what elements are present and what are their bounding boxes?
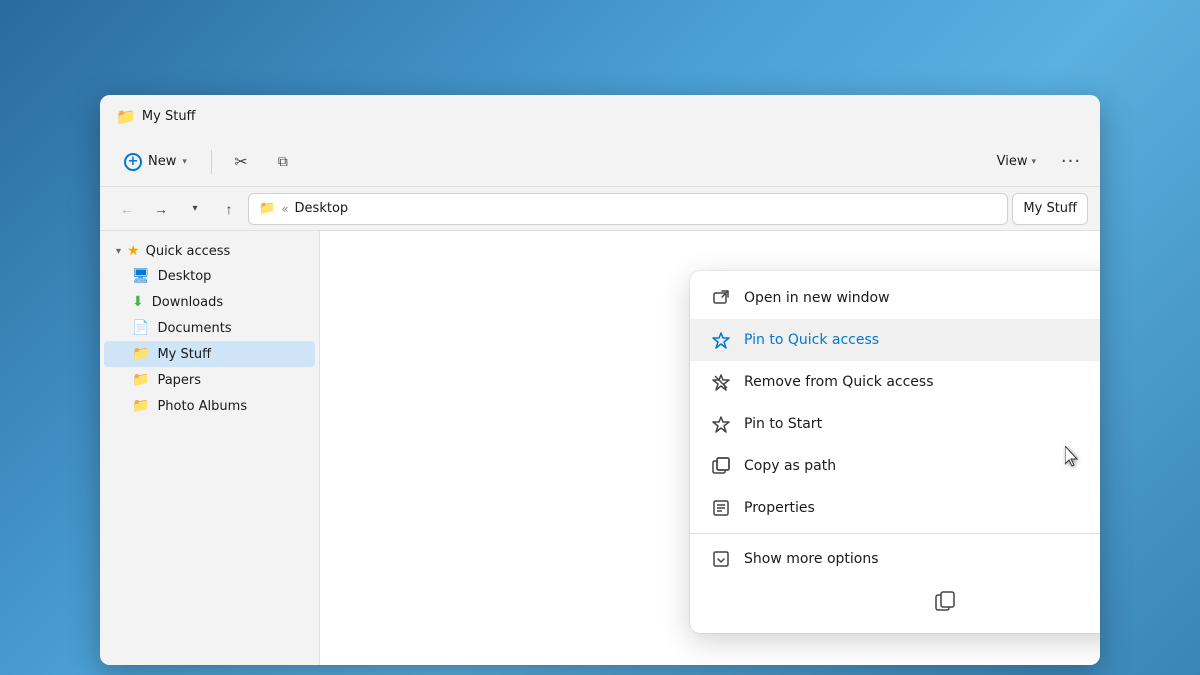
show-more-icon <box>710 548 732 570</box>
documents-icon: 📄 <box>132 320 149 336</box>
copy-path-label: Copy as path <box>744 458 1100 474</box>
quick-access-label: Quick access <box>146 244 231 259</box>
new-chevron: ▾ <box>182 157 187 167</box>
sidebar-item-desktop[interactable]: 🖥 Desktop <box>104 263 315 289</box>
sidebar-item-label-photoalbums: Photo Albums <box>157 399 247 414</box>
context-menu-item-show-more[interactable]: Show more options Shift+F10 <box>690 538 1100 580</box>
copy-path-icon <box>710 455 732 477</box>
address-folder-icon: 📁 <box>259 201 275 216</box>
cut-button[interactable]: ✂ <box>224 145 258 179</box>
sidebar-item-photoalbums[interactable]: 📁 Photo Albums <box>104 393 315 419</box>
more-options-button[interactable]: ··· <box>1054 145 1088 179</box>
address-path[interactable]: 📁 « Desktop <box>248 193 1008 225</box>
pin-start-label: Pin to Start <box>744 416 1100 432</box>
pin-start-icon <box>710 413 732 435</box>
open-new-window-icon <box>710 287 732 309</box>
title-bar: 📁 My Stuff <box>100 95 1100 137</box>
main-content: ▾ ★ Quick access 🖥 Desktop ⬇ Downloads 📄… <box>100 231 1100 665</box>
quick-access-chevron: ▾ <box>116 246 121 257</box>
mystuff-folder-icon: 📁 <box>132 346 149 362</box>
pin-quick-access-icon <box>710 329 732 351</box>
address-bar: ← → ▾ ↑ 📁 « Desktop My Stuff <box>100 187 1100 231</box>
photoalbums-folder-icon: 📁 <box>132 398 149 414</box>
dropdown-button[interactable]: ▾ <box>180 194 210 224</box>
copy-button[interactable]: ⧉ <box>266 145 300 179</box>
properties-icon <box>710 497 732 519</box>
up-button[interactable]: ↑ <box>214 194 244 224</box>
scissors-icon: ✂ <box>234 152 247 172</box>
copy-icon: ⧉ <box>278 153 288 170</box>
content-pane[interactable]: Open in new window Pin to Quick access <box>320 231 1100 665</box>
current-folder-label: My Stuff <box>1012 193 1088 225</box>
view-chevron: ▾ <box>1031 157 1036 167</box>
file-explorer: 📁 My Stuff + New ▾ ✂ ⧉ View ▾ ··· ← → <box>100 95 1100 665</box>
quick-access-header[interactable]: ▾ ★ Quick access <box>104 239 315 263</box>
sidebar-item-label-desktop: Desktop <box>158 269 212 284</box>
sidebar: ▾ ★ Quick access 🖥 Desktop ⬇ Downloads 📄… <box>100 231 320 665</box>
papers-folder-icon: 📁 <box>132 372 149 388</box>
forward-icon: → <box>154 201 168 217</box>
back-button[interactable]: ← <box>112 194 142 224</box>
context-menu-item-properties[interactable]: Properties Alt+Enter <box>690 487 1100 529</box>
more-dots-icon: ··· <box>1061 151 1081 172</box>
context-menu-item-copy-path[interactable]: Copy as path <box>690 445 1100 487</box>
remove-quick-access-label: Remove from Quick access <box>744 374 1100 390</box>
sidebar-item-mystuff[interactable]: 📁 My Stuff <box>104 341 315 367</box>
context-menu-item-pin-start[interactable]: Pin to Start <box>690 403 1100 445</box>
show-more-label: Show more options <box>744 551 1100 567</box>
sidebar-item-label-documents: Documents <box>157 321 231 336</box>
pin-quick-access-label: Pin to Quick access <box>744 332 1100 348</box>
context-menu-item-open-new-window[interactable]: Open in new window <box>690 277 1100 319</box>
context-menu-separator <box>690 533 1100 534</box>
bottom-copy-icon <box>934 590 956 617</box>
toolbar-separator-1 <box>211 150 212 174</box>
address-text: Desktop <box>295 201 349 216</box>
context-menu-bottom-copy[interactable] <box>690 580 1100 627</box>
open-new-window-label: Open in new window <box>744 290 1100 306</box>
view-button[interactable]: View ▾ <box>987 148 1046 175</box>
downloads-icon: ⬇ <box>132 294 144 310</box>
plus-icon: + <box>124 153 142 171</box>
context-menu: Open in new window Pin to Quick access <box>690 271 1100 633</box>
context-menu-item-remove-quick-access[interactable]: Remove from Quick access <box>690 361 1100 403</box>
sidebar-item-label-mystuff: My Stuff <box>157 347 211 362</box>
dropdown-icon: ▾ <box>192 203 197 214</box>
desktop-folder-icon: 🖥 <box>132 268 150 284</box>
address-separator: « <box>281 202 288 216</box>
toolbar: + New ▾ ✂ ⧉ View ▾ ··· <box>100 137 1100 187</box>
up-icon: ↑ <box>226 201 233 217</box>
new-button[interactable]: + New ▾ <box>112 147 199 177</box>
sidebar-item-papers[interactable]: 📁 Papers <box>104 367 315 393</box>
sidebar-item-downloads[interactable]: ⬇ Downloads <box>104 289 315 315</box>
back-icon: ← <box>120 201 134 217</box>
context-menu-item-pin-quick-access[interactable]: Pin to Quick access <box>690 319 1100 361</box>
remove-quick-access-icon <box>710 371 732 393</box>
title-bar-title: My Stuff <box>142 109 196 124</box>
view-label: View <box>997 154 1028 169</box>
title-bar-icon: 📁 <box>116 107 136 126</box>
sidebar-item-label-downloads: Downloads <box>152 295 223 310</box>
properties-label: Properties <box>744 500 1100 516</box>
forward-button[interactable]: → <box>146 194 176 224</box>
sidebar-item-documents[interactable]: 📄 Documents <box>104 315 315 341</box>
sidebar-item-label-papers: Papers <box>157 373 201 388</box>
quick-access-star-icon: ★ <box>127 243 140 259</box>
